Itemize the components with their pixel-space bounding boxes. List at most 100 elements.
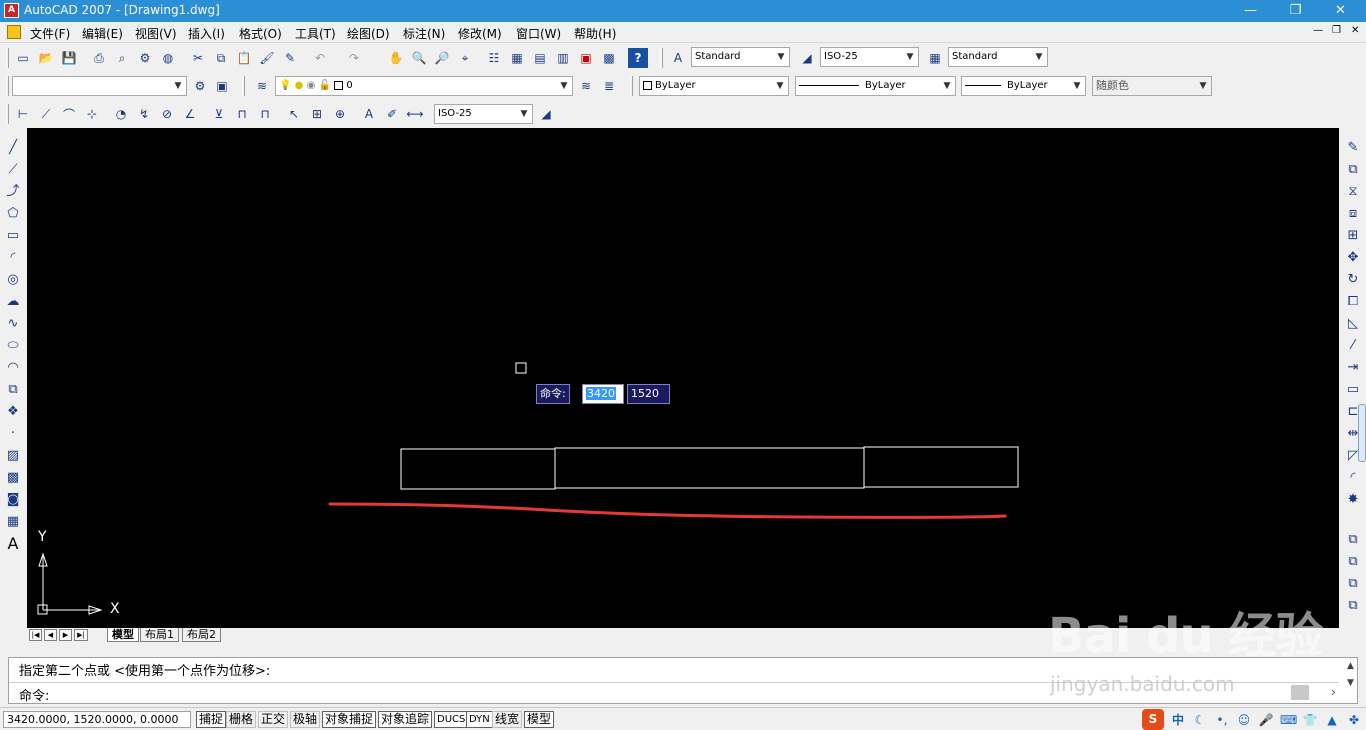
markup-icon[interactable]: ▣: [576, 48, 596, 68]
tab-nav-last[interactable]: ▶|: [74, 629, 88, 641]
toolbar-grip[interactable]: [6, 76, 9, 96]
mirror-icon[interactable]: ⧖: [1343, 182, 1363, 202]
document-icon[interactable]: [7, 25, 21, 39]
dimension-update-icon[interactable]: ⟷: [405, 104, 425, 124]
redo-icon[interactable]: ↷: [344, 48, 364, 68]
menu-insert[interactable]: 插入(I): [188, 25, 225, 42]
toggle-lineweight[interactable]: 线宽: [492, 711, 523, 728]
tab-nav-prev[interactable]: ◀: [44, 629, 57, 641]
ellipse-arc-icon[interactable]: ◠: [3, 358, 23, 378]
new-file-icon[interactable]: ▭: [13, 48, 33, 68]
3d-dwf-icon[interactable]: ◍: [158, 48, 178, 68]
arc-icon[interactable]: ◜: [3, 248, 23, 268]
sogou-ime-icon[interactable]: S: [1142, 709, 1164, 730]
toggle-osnap[interactable]: 对象捕捉: [322, 711, 377, 728]
dimension-text-edit-icon[interactable]: ✐: [382, 104, 402, 124]
toolbar-grip[interactable]: [6, 48, 9, 68]
ime-keyboard-icon[interactable]: ⌨: [1280, 712, 1297, 728]
toggle-snap[interactable]: 捕捉: [196, 711, 227, 728]
command-prompt-line[interactable]: 命令:: [19, 685, 49, 704]
minimize-button[interactable]: —: [1228, 0, 1273, 22]
scale-icon[interactable]: ⧠: [1343, 292, 1363, 312]
ime-skin-shirt-icon[interactable]: ▲: [1324, 712, 1340, 728]
zoom-realtime-icon[interactable]: 🔍: [409, 48, 429, 68]
dynamic-input-x-field[interactable]: 3420: [582, 384, 624, 404]
offset-icon[interactable]: ⧈: [1343, 204, 1363, 224]
menu-format[interactable]: 格式(O): [239, 25, 282, 42]
ime-tools-icon[interactable]: ✤: [1346, 712, 1362, 728]
gradient-icon[interactable]: ▩: [3, 468, 23, 488]
match-properties-icon[interactable]: 🖌: [257, 48, 277, 68]
draw-order-above-icon[interactable]: ⧉: [1343, 574, 1363, 594]
save-icon[interactable]: 💾: [59, 48, 79, 68]
move-icon[interactable]: ✥: [1343, 248, 1363, 268]
polyline-icon[interactable]: ⤴: [3, 182, 23, 202]
publish-icon[interactable]: ⚙: [135, 48, 155, 68]
explode-icon[interactable]: ✸: [1343, 490, 1363, 510]
dim-style-icon[interactable]: ◢: [797, 48, 817, 68]
diameter-dimension-icon[interactable]: ⊘: [157, 104, 177, 124]
workspace-save-icon[interactable]: ▣: [212, 76, 232, 96]
hatch-icon[interactable]: ▨: [3, 446, 23, 466]
ime-punctuation-icon[interactable]: •,: [1214, 712, 1230, 728]
layer-previous-icon[interactable]: ≣: [599, 76, 619, 96]
print-icon[interactable]: ⎙: [89, 48, 109, 68]
extend-icon[interactable]: ⇥: [1343, 358, 1363, 378]
draw-order-back-icon[interactable]: ⧉: [1343, 552, 1363, 572]
region-icon[interactable]: ◙: [3, 490, 23, 510]
line-icon[interactable]: ╱: [3, 138, 23, 158]
polygon-icon[interactable]: ⬠: [3, 204, 23, 224]
point-icon[interactable]: ·: [3, 424, 23, 444]
design-center-icon[interactable]: ▦: [507, 48, 527, 68]
tab-nav-first[interactable]: |◀: [29, 629, 42, 641]
center-mark-icon[interactable]: ⊕: [330, 104, 350, 124]
menu-view[interactable]: 视图(V): [135, 25, 177, 42]
array-icon[interactable]: ⊞: [1343, 226, 1363, 246]
drawing-canvas[interactable]: X Y 命令: 3420 1520: [27, 128, 1339, 628]
undo-icon[interactable]: ↶: [310, 48, 330, 68]
insert-block-icon[interactable]: ⧉: [3, 380, 23, 400]
draw-order-front-icon[interactable]: ⧉: [1343, 530, 1363, 550]
revision-cloud-icon[interactable]: ☁: [3, 292, 23, 312]
dynamic-input-y-field[interactable]: 1520: [627, 384, 670, 404]
lineweight-select[interactable]: ByLayer ▼: [961, 76, 1086, 96]
text-style-icon[interactable]: A: [668, 48, 688, 68]
ime-language-indicator[interactable]: 中: [1170, 712, 1186, 728]
toggle-otrack[interactable]: 对象追踪: [378, 711, 433, 728]
workspace-select[interactable]: ▼: [12, 76, 187, 96]
toggle-model-space[interactable]: 模型: [524, 711, 555, 728]
ime-voice-icon[interactable]: 🎤: [1258, 712, 1274, 728]
menu-tools[interactable]: 工具(T): [295, 25, 336, 42]
menu-dimension[interactable]: 标注(N): [403, 25, 445, 42]
side-panel-handle[interactable]: [1358, 404, 1366, 462]
ime-moon-icon[interactable]: ☾: [1192, 712, 1208, 728]
tab-nav-next[interactable]: ▶: [59, 629, 72, 641]
rectangle-icon[interactable]: ▭: [3, 226, 23, 246]
draw-order-under-icon[interactable]: ⧉: [1343, 596, 1363, 616]
make-object-layer-current-icon[interactable]: ≋: [576, 76, 596, 96]
zoom-window-icon[interactable]: 🔎: [432, 48, 452, 68]
table-style-icon[interactable]: ▦: [925, 48, 945, 68]
ime-skin-icon[interactable]: 👕: [1302, 712, 1318, 728]
doc-minimize-button[interactable]: —: [1313, 25, 1323, 36]
linear-dimension-icon[interactable]: ⊢: [13, 104, 33, 124]
menu-edit[interactable]: 编辑(E): [82, 25, 123, 42]
scroll-up-icon[interactable]: ▲: [1347, 661, 1354, 671]
text-style-select[interactable]: Standard ▼: [691, 47, 790, 67]
circle-icon[interactable]: ◎: [3, 270, 23, 290]
copy-icon[interactable]: ⧉: [211, 48, 231, 68]
dim-style-select[interactable]: ISO-25 ▼: [820, 47, 919, 67]
tab-layout1[interactable]: 布局1: [140, 628, 179, 642]
sheet-set-icon[interactable]: ▥: [553, 48, 573, 68]
tab-model[interactable]: 模型: [107, 628, 139, 642]
dim-style-control-select[interactable]: ISO-25 ▼: [434, 104, 533, 124]
tolerance-icon[interactable]: ⊞: [307, 104, 327, 124]
maximize-button[interactable]: ❐: [1273, 0, 1318, 22]
toggle-grid[interactable]: 栅格: [226, 711, 257, 728]
menu-modify[interactable]: 修改(M): [458, 25, 502, 42]
dimension-edit-icon[interactable]: A: [359, 104, 379, 124]
trim-icon[interactable]: ⁄: [1343, 336, 1363, 356]
block-editor-icon[interactable]: ✎: [280, 48, 300, 68]
stretch-icon[interactable]: ◺: [1343, 314, 1363, 334]
close-button[interactable]: ✕: [1318, 0, 1363, 22]
